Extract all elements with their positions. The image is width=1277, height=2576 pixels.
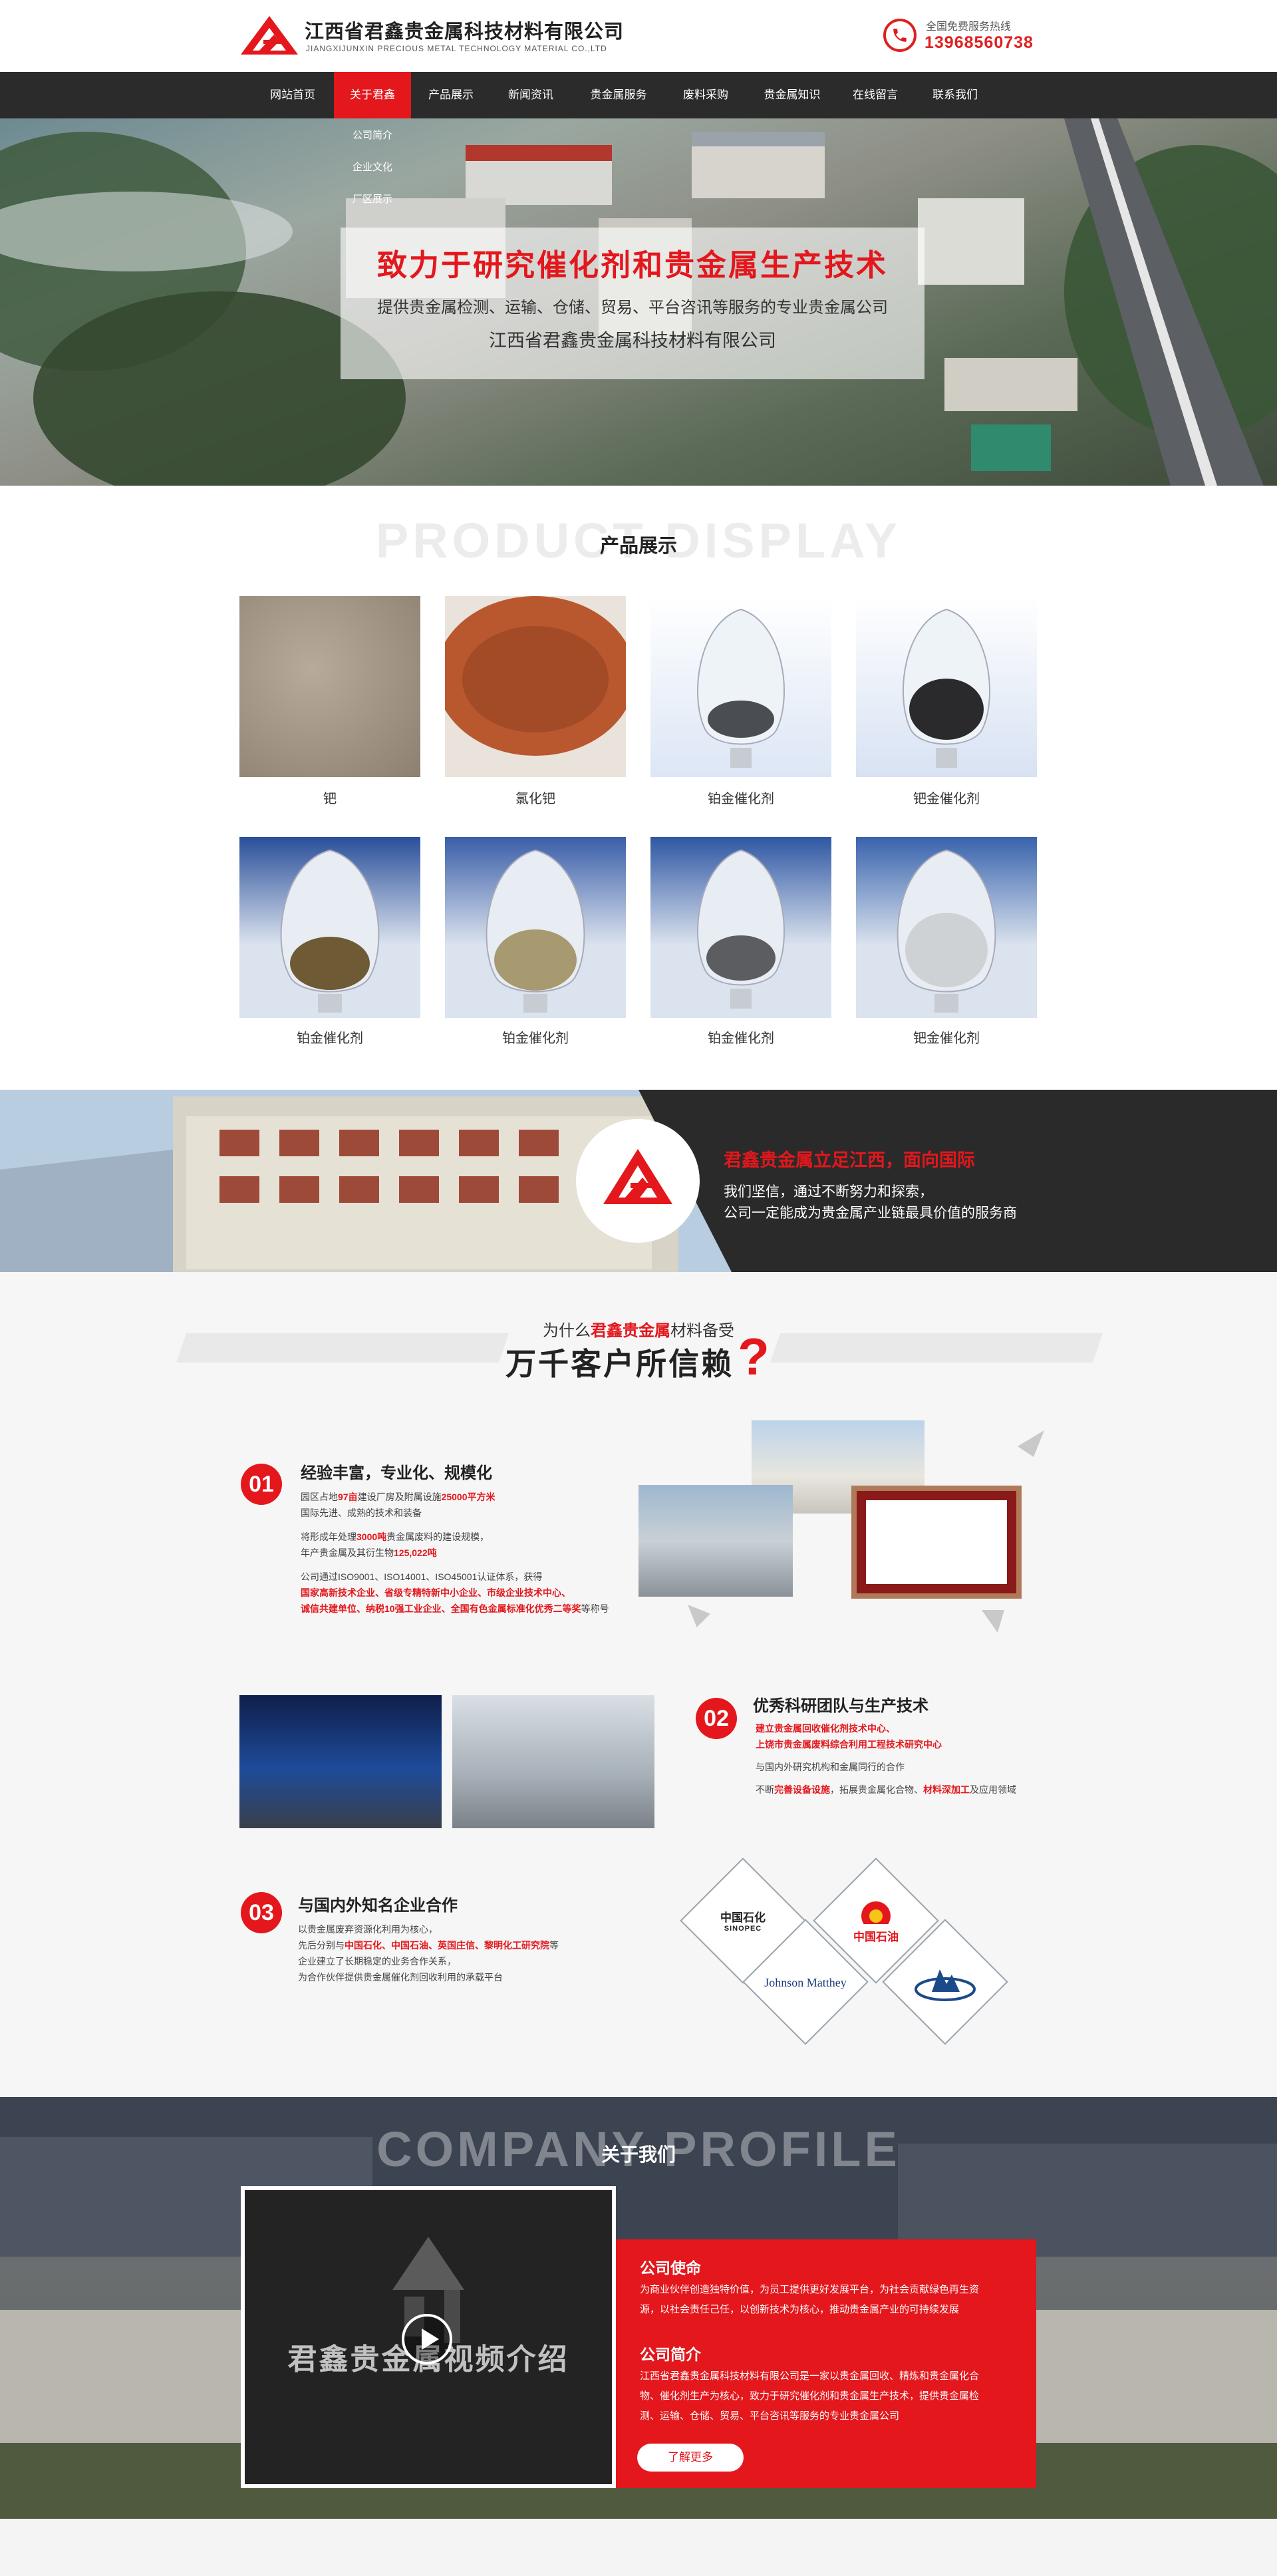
submenu-item-profile[interactable]: 公司简介 <box>334 120 411 152</box>
control-room-photo <box>239 1695 442 1828</box>
intro-text: 物、催化剂生产为核心，致力于研究催化剂和贵金属生产技术，提供贵金属检 <box>640 2390 980 2402</box>
point-text: 为合作伙伴提供贵金属催化剂回收利用的承载平台 <box>298 1972 503 1983</box>
logo-icon <box>603 1149 672 1204</box>
point-text: 年产贵金属及其衍生物125,022吨 <box>301 1547 437 1558</box>
nav-item-contact[interactable]: 联系我们 <box>922 72 988 118</box>
point-text: 先后分别与中国石化、中国石油、英国庄信、黎明化工研究院等 <box>298 1940 559 1951</box>
petrochina-icon <box>861 1901 891 1931</box>
partner-petrochina: 中国石油 <box>825 1897 927 1944</box>
product-image[interactable] <box>650 596 831 777</box>
learn-more-button[interactable]: 了解更多 <box>637 2444 744 2472</box>
why-heading-large: 万千客户所信赖? <box>505 1327 772 1386</box>
about-title: 关于我们 <box>601 2144 676 2165</box>
company-en-name: JIANGXIJUNXIN PRECIOUS METAL TECHNOLOGY … <box>306 44 607 53</box>
nav-item-scrap[interactable]: 废料采购 <box>669 72 742 118</box>
site-header <box>0 0 1277 72</box>
logo-icon[interactable] <box>239 15 299 56</box>
point-number-badge: 01 <box>241 1464 282 1505</box>
nav-item-message[interactable]: 在线留言 <box>842 72 909 118</box>
intro-text: 测、运输、仓储、贸易、平台咨讯等服务的专业贵金属公司 <box>640 2410 900 2422</box>
mission-title: 公司使命 <box>640 2259 701 2277</box>
point-text: 不断完善设备设施，拓展贵金属化合物、材料深加工及应用领域 <box>756 1784 1016 1795</box>
point-number-badge: 03 <box>241 1892 282 1933</box>
product-name[interactable]: 铂金催化剂 <box>445 1027 626 1046</box>
point-text: 园区占地97亩建设厂房及附属设施25000平方米 <box>301 1492 496 1502</box>
product-image[interactable] <box>650 837 831 1018</box>
strip-text-2: 公司一定能成为贵金属产业链最具价值的服务商 <box>724 1206 1017 1221</box>
point-text: 国家高新技术企业、省级专精特新中小企业、市级企业技术中心、 <box>301 1587 571 1598</box>
hero-headline: 致力于研究催化剂和贵金属生产技术 <box>376 248 888 282</box>
nav-item-news[interactable]: 新闻资讯 <box>497 72 564 118</box>
product-image[interactable] <box>239 596 420 777</box>
nav-item-products[interactable]: 产品展示 <box>418 72 484 118</box>
company-name: 江西省君鑫贵金属科技材料有限公司 <box>305 21 625 43</box>
strip-text-1: 我们坚信，通过不断努力和探索， <box>724 1184 933 1200</box>
intro-text: 江西省君鑫贵金属科技材料有限公司是一家以贵金属回收、精炼和贵金属化合 <box>640 2370 980 2382</box>
submenu-item-culture[interactable]: 企业文化 <box>334 152 411 184</box>
point-text: 以贵金属废弃资源化利用为核心， <box>298 1924 438 1935</box>
point-text: 企业建立了长期稳定的业务合作关系， <box>298 1956 456 1967</box>
hotline-number[interactable]: 13968560738 <box>924 33 1034 53</box>
point-text: 上饶市贵金属废料综合利用工程技术研究中心 <box>756 1739 942 1750</box>
mission-text: 为商业伙伴创造独特价值，为员工提供更好发展平台，为社会贡献绿色再生资 <box>640 2284 980 2295</box>
point-number-badge: 02 <box>696 1698 737 1739</box>
hero-subline: 提供贵金属检测、运输、仓储、贸易、平台咨讯等服务的专业贵金属公司 <box>377 299 888 317</box>
strip-headline: 君鑫贵金属立足江西，面向国际 <box>724 1150 975 1170</box>
mission-text: 源，以社会责任己任，以创新技术为核心，推动贵金属产业的可持续发展 <box>640 2304 960 2315</box>
point-text: 将形成年处理3000吨贵金属废料的建设规模， <box>301 1531 490 1542</box>
why-section <box>0 1272 1277 2097</box>
product-image[interactable] <box>239 837 420 1018</box>
products-title: 产品展示 <box>599 536 677 557</box>
product-name[interactable]: 钯 <box>239 788 420 807</box>
point-title: 优秀科研团队与生产技术 <box>753 1697 928 1715</box>
product-name[interactable]: 钯金催化剂 <box>856 788 1037 807</box>
nav-item-about[interactable]: 关于君鑫 <box>334 72 411 118</box>
phone-icon <box>883 19 917 52</box>
hotline-label: 全国免费服务热线 <box>926 21 1012 33</box>
point-title: 与国内外知名企业合作 <box>298 1897 458 1915</box>
point-text: 建立贵金属回收催化剂技术中心、 <box>756 1723 895 1734</box>
product-name[interactable]: 铂金催化剂 <box>239 1027 420 1046</box>
play-icon[interactable] <box>402 2314 452 2364</box>
nav-item-knowledge[interactable]: 贵金属知识 <box>749 72 835 118</box>
product-image[interactable] <box>445 596 626 777</box>
nav-item-home[interactable]: 网站首页 <box>259 72 326 118</box>
product-name[interactable]: 氯化钯 <box>445 788 626 807</box>
product-image[interactable] <box>445 837 626 1018</box>
product-image[interactable] <box>856 837 1037 1018</box>
production-line-photo <box>452 1695 654 1828</box>
submenu-item-factory[interactable]: 厂区展示 <box>334 184 411 216</box>
footer-area <box>0 2519 1277 2576</box>
point-text: 诚信共建单位、纳税10强工业企业、全国有色金属标准化优秀二等奖等称号 <box>301 1603 609 1614</box>
product-name[interactable]: 铂金催化剂 <box>650 1027 831 1046</box>
point-text: 国际先进、成熟的技术和装备 <box>301 1508 422 1518</box>
partner-sinopec: 中国石化 SINOPEC <box>720 1911 766 1933</box>
partner-liming <box>894 1963 996 2009</box>
strip-logo-circle <box>576 1119 700 1243</box>
point-text: 公司通过ISO9001、ISO14001、ISO45001认证体系，获得 <box>301 1571 543 1582</box>
point-text: 与国内外研究机构和金属同行的合作 <box>756 1762 905 1772</box>
certificate-photo <box>851 1486 1022 1599</box>
liming-logo-icon <box>915 1969 976 2001</box>
hero-company: 江西省君鑫贵金属科技材料有限公司 <box>489 331 776 351</box>
workshop-photo <box>638 1485 793 1597</box>
product-image[interactable] <box>856 596 1037 777</box>
why-heading-small: 为什么君鑫贵金属材料备受 <box>543 1322 734 1340</box>
intro-title: 公司简介 <box>640 2346 701 2363</box>
nav-item-services[interactable]: 贵金属服务 <box>579 72 658 118</box>
point-title: 经验丰富，专业化、规模化 <box>301 1464 492 1482</box>
product-name[interactable]: 钯金催化剂 <box>856 1027 1037 1046</box>
product-name[interactable]: 铂金催化剂 <box>650 788 831 807</box>
partner-johnson-matthey: Johnson Matthey <box>764 1976 847 1989</box>
